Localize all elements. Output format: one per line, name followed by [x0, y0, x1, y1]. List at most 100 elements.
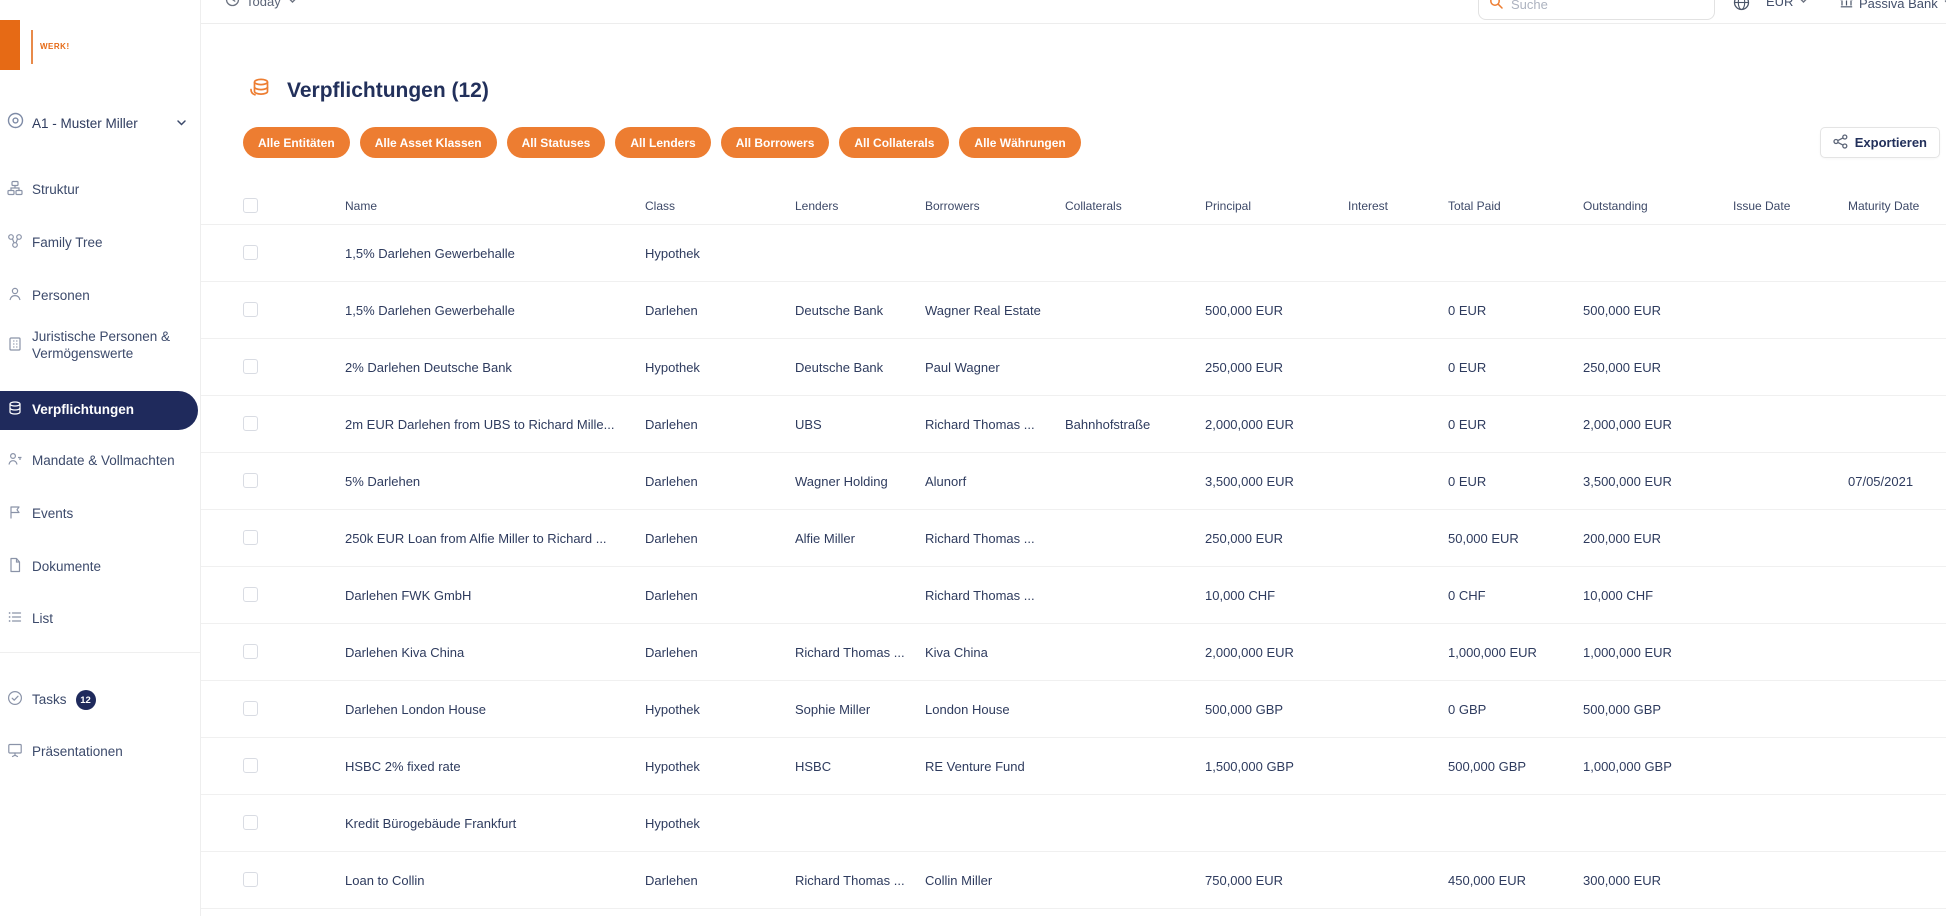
- sidebar-item-label: Family Tree: [32, 234, 103, 250]
- column-header-borrowers: Borrowers: [925, 199, 980, 213]
- row-checkbox[interactable]: [243, 530, 258, 545]
- table-row[interactable]: 250k EUR Loan from Alfie Miller to Richa…: [201, 510, 1946, 567]
- sidebar-item-family-tree[interactable]: Family Tree: [0, 231, 200, 255]
- cell-outstanding: 500,000 EUR: [1583, 303, 1662, 318]
- filter-pill[interactable]: Alle Asset Klassen: [359, 127, 497, 158]
- sidebar: WERK! A1 - Muster Miller Struktur Family…: [0, 0, 201, 916]
- select-all-checkbox[interactable]: [243, 198, 258, 213]
- cell-maturity_date: 07/05/2021: [1848, 474, 1914, 489]
- cell-principal: 1,500,000 GBP: [1205, 759, 1294, 774]
- row-checkbox[interactable]: [243, 473, 258, 488]
- row-checkbox[interactable]: [243, 587, 258, 602]
- export-button[interactable]: Exportieren: [1819, 127, 1940, 158]
- topbar: Today EUR Passiva Bank: [201, 0, 1946, 24]
- column-header-total_paid: Total Paid: [1448, 199, 1501, 213]
- row-checkbox[interactable]: [243, 644, 258, 659]
- cell-borrowers: Collin Miller: [925, 873, 993, 888]
- global-search[interactable]: [1478, 0, 1715, 20]
- cell-class: Darlehen: [645, 588, 698, 603]
- cell-name: Darlehen Kiva China: [345, 645, 465, 660]
- account-selector[interactable]: Passiva Bank: [1839, 0, 1946, 12]
- tasks-icon: [7, 690, 23, 711]
- row-checkbox[interactable]: [243, 302, 258, 317]
- sidebar-item-dokumente[interactable]: Dokumente: [0, 555, 200, 579]
- cell-class: Hypothek: [645, 360, 700, 375]
- cell-lenders: Sophie Miller: [795, 702, 871, 717]
- cell-principal: 2,000,000 EUR: [1205, 645, 1294, 660]
- events-flag-icon: [7, 504, 23, 525]
- sidebar-item-tasks[interactable]: Tasks 12: [0, 688, 200, 712]
- table-row[interactable]: 5% Darlehen Darlehen Wagner Holding Alunorf…: [201, 453, 1946, 510]
- today-label: Today: [246, 0, 281, 9]
- chevron-down-icon: [175, 116, 188, 134]
- table-row[interactable]: 2m EUR Darlehen from UBS to Richard Mill…: [201, 396, 1946, 453]
- table-row[interactable]: Darlehen London House Hypothek Sophie Mill…: [201, 681, 1946, 738]
- sidebar-item-juristische-personen[interactable]: Juristische Personen & Vermögenswerte: [0, 326, 200, 366]
- table-row[interactable]: 1,5% Darlehen Gewerbehalle Darlehen Deutsc…: [201, 282, 1946, 339]
- cell-collaterals: Bahnhofstraße: [1065, 417, 1151, 432]
- logo-mark: [0, 20, 20, 70]
- column-header-name: Name: [345, 199, 378, 213]
- list-icon: [7, 609, 23, 630]
- row-checkbox[interactable]: [243, 416, 258, 431]
- cell-class: Darlehen: [645, 645, 698, 660]
- cell-total_paid: 0 EUR: [1448, 360, 1487, 375]
- sidebar-item-personen[interactable]: Personen: [0, 284, 200, 308]
- filter-pill[interactable]: All Collaterals: [839, 127, 950, 158]
- filter-pill[interactable]: Alle Währungen: [959, 127, 1081, 158]
- cell-total_paid: 0 EUR: [1448, 303, 1487, 318]
- column-header-maturity_date: Maturity Date: [1848, 199, 1920, 213]
- today-selector[interactable]: Today: [225, 0, 298, 10]
- column-header-lenders: Lenders: [795, 199, 839, 213]
- currency-selector[interactable]: EUR: [1766, 0, 1809, 9]
- column-header-interest: Interest: [1348, 199, 1389, 213]
- cell-principal: 500,000 GBP: [1205, 702, 1284, 717]
- cell-name: 2% Darlehen Deutsche Bank: [345, 360, 512, 375]
- cell-class: Hypothek: [645, 759, 700, 774]
- table-row[interactable]: Loan to Collin Darlehen Richard Thomas ...…: [201, 852, 1946, 909]
- obligations-coins-icon: [248, 76, 272, 105]
- cell-outstanding: 2,000,000 EUR: [1583, 417, 1672, 432]
- filter-pill[interactable]: All Borrowers: [720, 127, 830, 158]
- table-row[interactable]: 2% Darlehen Deutsche Bank Hypothek Deutsch…: [201, 339, 1946, 396]
- sidebar-item-struktur[interactable]: Struktur: [0, 178, 200, 202]
- sidebar-item-label: Events: [32, 505, 74, 521]
- filter-pill[interactable]: All Statuses: [506, 127, 606, 158]
- table-row[interactable]: Kredit Bürogebäude Frankfurt Hypothek: [201, 795, 1946, 852]
- cell-outstanding: 500,000 GBP: [1583, 702, 1662, 717]
- table-row[interactable]: 1,5% Darlehen Gewerbehalle Hypothek: [201, 225, 1946, 282]
- sidebar-item-praesentationen[interactable]: Präsentationen: [0, 740, 200, 764]
- search-input[interactable]: [1511, 0, 1691, 12]
- cell-borrowers: RE Venture Fund: [925, 759, 1025, 774]
- entity-selector[interactable]: A1 - Muster Miller: [0, 108, 200, 138]
- cell-outstanding: 200,000 EUR: [1583, 531, 1662, 546]
- cell-lenders: Deutsche Bank: [795, 360, 884, 375]
- row-checkbox[interactable]: [243, 872, 258, 887]
- filter-pill[interactable]: All Lenders: [615, 127, 711, 158]
- obligations-table: Name Class Lenders Borrowers Collaterals Prin…: [201, 188, 1946, 916]
- row-checkbox[interactable]: [243, 758, 258, 773]
- table-row[interactable]: Darlehen FWK GmbH Darlehen Richard Thomas …: [201, 567, 1946, 624]
- table-row[interactable]: HSBC 2% fixed rate Hypothek HSBC RE Venture…: [201, 738, 1946, 795]
- presentation-icon: [7, 742, 23, 763]
- sidebar-item-label: Dokumente: [32, 558, 102, 574]
- sidebar-item-verpflichtungen[interactable]: Verpflichtungen: [0, 391, 198, 430]
- language-globe-button[interactable]: [1733, 0, 1750, 14]
- cell-class: Hypothek: [645, 816, 700, 831]
- sidebar-item-mandate-vollmachten[interactable]: Mandate & Vollmachten: [0, 449, 200, 473]
- table-row[interactable]: Darlehen Kiva China Darlehen Richard Thoma…: [201, 624, 1946, 681]
- row-checkbox[interactable]: [243, 815, 258, 830]
- row-checkbox[interactable]: [243, 701, 258, 716]
- cell-class: Darlehen: [645, 531, 698, 546]
- sidebar-item-list[interactable]: List: [0, 607, 200, 631]
- row-checkbox[interactable]: [243, 245, 258, 260]
- sidebar-item-label: List: [32, 610, 54, 626]
- cell-outstanding: 1,000,000 GBP: [1583, 759, 1672, 774]
- sidebar-item-events[interactable]: Events: [0, 502, 200, 526]
- cell-principal: 250,000 EUR: [1205, 360, 1284, 375]
- family-tree-icon: [7, 233, 23, 254]
- account-label: Passiva Bank: [1859, 0, 1938, 11]
- cell-lenders: Deutsche Bank: [795, 303, 884, 318]
- filter-pill[interactable]: Alle Entitäten: [243, 127, 350, 158]
- row-checkbox[interactable]: [243, 359, 258, 374]
